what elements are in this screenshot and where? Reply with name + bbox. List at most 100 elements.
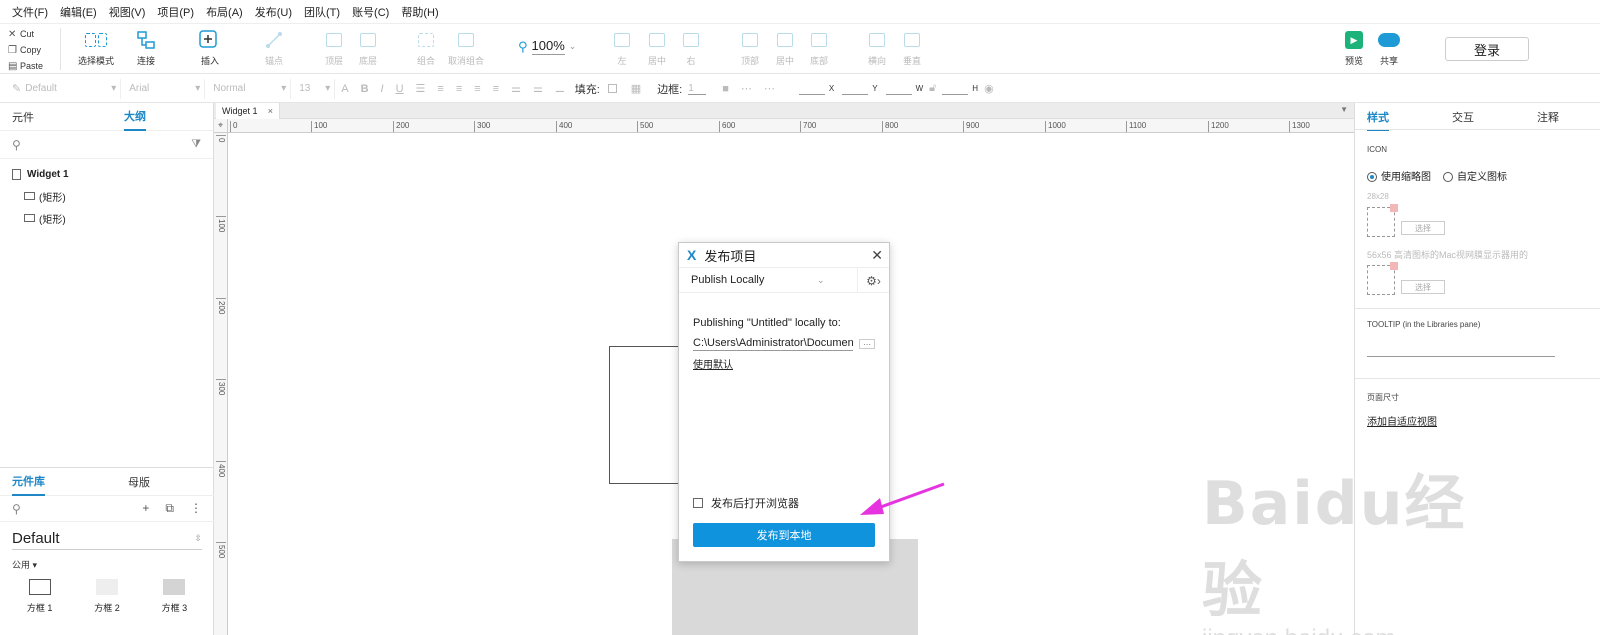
zoom-control[interactable]: ⚲ 100% ⌄: [518, 38, 576, 55]
radio-selected-icon: [1367, 172, 1377, 183]
gear-icon[interactable]: ⚙›: [857, 268, 889, 293]
valign-middle-icon[interactable]: ⚌: [527, 82, 549, 95]
eye-icon[interactable]: ◉: [978, 82, 1000, 95]
menu-team[interactable]: 团队(T): [298, 4, 346, 20]
tab-masters[interactable]: 母版: [128, 468, 150, 496]
style-select[interactable]: Default ▾: [21, 78, 122, 99]
underline-icon[interactable]: U: [390, 83, 410, 95]
tab-library[interactable]: 元件库: [12, 468, 45, 496]
align-text-left-icon[interactable]: ≡: [431, 83, 449, 95]
custom-icon-radio[interactable]: 自定义图标: [1443, 168, 1507, 183]
h-input[interactable]: [942, 83, 969, 95]
library-search[interactable]: ⚲ + ⧉ ⋮: [0, 496, 214, 522]
tab-outline[interactable]: 大纲: [124, 103, 146, 131]
fill-color-swatch[interactable]: [607, 84, 617, 93]
use-default-link[interactable]: 使用默认: [693, 356, 875, 371]
menu-file[interactable]: 文件(F): [6, 4, 54, 20]
border-style-icon[interactable]: ⋯: [735, 82, 758, 95]
menu-help[interactable]: 帮助(H): [395, 4, 444, 20]
library-select[interactable]: Default ⇳: [12, 528, 202, 550]
connect-button[interactable]: 连接: [122, 30, 170, 67]
library-category[interactable]: 公用 ▾: [12, 558, 202, 571]
library-tabs: 元件库 母版: [0, 468, 214, 496]
anchor-icon: [263, 30, 285, 50]
tab-components[interactable]: 元件: [12, 103, 34, 131]
align-text-right-icon[interactable]: ≡: [468, 83, 486, 95]
shape-box-1[interactable]: 方框 1: [27, 579, 52, 614]
align-right-button[interactable]: 右: [667, 30, 715, 67]
close-icon[interactable]: ×: [268, 106, 273, 116]
select-icon-28-button[interactable]: 选择: [1401, 221, 1445, 235]
bullet-list-icon[interactable]: ☰: [410, 82, 432, 95]
font-size-select[interactable]: 13 ▾: [291, 78, 336, 99]
filter-icon[interactable]: ⧩: [191, 138, 201, 151]
font-weight-select[interactable]: Normal ▾: [205, 78, 292, 99]
justify-icon[interactable]: ≡: [487, 83, 505, 95]
publish-mode-select[interactable]: Publish Locally ⌄ ⚙›: [679, 267, 889, 293]
open-browser-checkbox[interactable]: 发布后打开浏览器: [693, 495, 799, 511]
publish-path-input[interactable]: C:\Users\Administrator\Documents: [693, 337, 854, 351]
outline-search[interactable]: ⚲ ⧩: [0, 131, 213, 159]
chevron-down-icon[interactable]: ▼: [1340, 105, 1348, 114]
menu-view[interactable]: 视图(V): [103, 4, 152, 20]
valign-bottom-icon[interactable]: ⚊: [549, 82, 571, 95]
shape-box-2[interactable]: 方框 2: [94, 579, 120, 614]
insert-button[interactable]: 插入: [186, 30, 234, 67]
border-color-icon[interactable]: ■: [716, 83, 735, 95]
document-tab[interactable]: Widget 1 ×: [216, 103, 280, 119]
login-button[interactable]: 登录: [1445, 37, 1529, 61]
chevron-down-icon: ▾: [111, 83, 117, 94]
y-input[interactable]: [842, 83, 869, 95]
font-select[interactable]: Arial ▾: [121, 78, 206, 99]
close-icon[interactable]: ✕: [871, 247, 883, 264]
menu-publish[interactable]: 发布(U): [249, 4, 298, 20]
cut-button[interactable]: ✕ Cut: [8, 26, 58, 42]
lock-icon[interactable]: 🔓︎: [923, 82, 942, 95]
style-painter-icon[interactable]: ✎: [12, 82, 21, 95]
border-pattern-icon[interactable]: ⋯: [758, 82, 781, 95]
outline-item[interactable]: (矩形): [0, 185, 213, 207]
valign-top-icon[interactable]: ⚌: [505, 82, 527, 95]
w-input[interactable]: [885, 83, 912, 95]
chevron-down-icon: ⌄: [568, 41, 577, 51]
select-icon-56-button[interactable]: 选择: [1401, 280, 1445, 294]
align-text-center-icon[interactable]: ≡: [450, 83, 468, 95]
more-vertical-icon[interactable]: ⋮: [190, 501, 202, 516]
italic-icon[interactable]: I: [375, 83, 390, 95]
paste-button[interactable]: ▤ Paste: [8, 58, 58, 74]
copy-button[interactable]: ❐ Copy: [8, 42, 58, 58]
border-width-input[interactable]: 1: [688, 83, 707, 95]
align-center-icon: [646, 30, 668, 50]
tooltip-input[interactable]: [1367, 341, 1555, 357]
tab-interaction[interactable]: 交互: [1452, 109, 1474, 125]
bold-icon[interactable]: B: [355, 83, 375, 95]
anchor-button[interactable]: 锚点: [250, 30, 298, 67]
browse-button[interactable]: ···: [859, 339, 875, 349]
menu-project[interactable]: 项目(P): [151, 4, 200, 20]
watermark-url: jingyan.baidu.com: [1202, 625, 1492, 635]
shape-box-3[interactable]: 方框 3: [162, 579, 187, 614]
publish-local-button[interactable]: 发布到本地: [693, 523, 875, 547]
align-bottom-button[interactable]: 底部: [795, 30, 843, 67]
tab-notes[interactable]: 注释: [1537, 109, 1559, 125]
annotation-arrow-icon: [860, 482, 945, 515]
fill-pattern-icon[interactable]: ▦: [625, 82, 647, 95]
axure-logo-icon: X: [687, 247, 697, 263]
x-input[interactable]: [798, 83, 825, 95]
menu-edit[interactable]: 编辑(E): [54, 4, 103, 20]
outline-item[interactable]: (矩形): [0, 207, 213, 229]
library-options-icon[interactable]: ⧉: [165, 501, 174, 516]
add-adaptive-view-link[interactable]: 添加自适应视图: [1367, 413, 1437, 428]
menu-layout[interactable]: 布局(A): [200, 4, 249, 20]
font-color-icon[interactable]: A: [335, 83, 354, 95]
tab-style[interactable]: 样式: [1367, 109, 1389, 131]
share-button[interactable]: 共享: [1365, 30, 1413, 67]
menu-account[interactable]: 账号(C): [346, 4, 395, 20]
distribute-vertical-button[interactable]: 垂直: [888, 30, 936, 67]
select-mode-button[interactable]: 选择模式: [72, 30, 120, 67]
use-thumbnail-radio[interactable]: 使用缩略图: [1367, 168, 1431, 183]
ungroup-button[interactable]: 取消组合: [442, 30, 490, 67]
add-icon[interactable]: +: [142, 501, 149, 516]
send-to-bottom-button[interactable]: 底层: [344, 30, 392, 67]
outline-page[interactable]: Widget 1: [0, 163, 213, 185]
